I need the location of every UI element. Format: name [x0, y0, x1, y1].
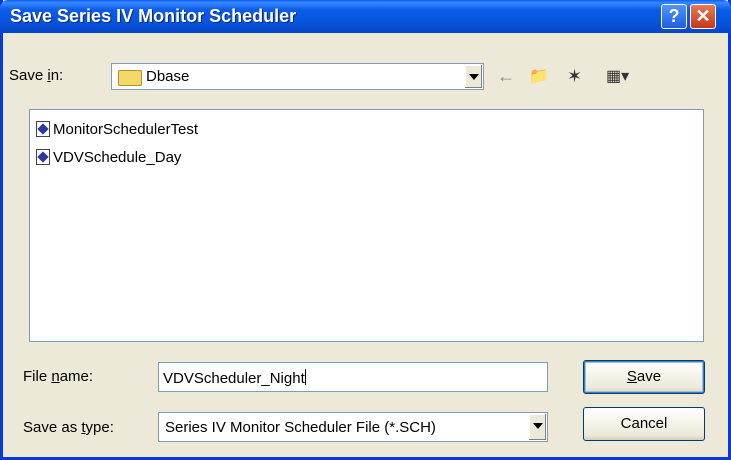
chevron-down-icon[interactable] — [464, 65, 482, 88]
file-name: VDVSchedule_Day — [53, 148, 182, 166]
save-in-dropdown[interactable]: Dbase — [111, 63, 484, 90]
save-as-type-label: Save as type: — [23, 419, 114, 436]
save-as-type-value: Series IV Monitor Scheduler File (*.SCH) — [165, 419, 436, 436]
list-item[interactable]: MonitorSchedulerTest — [36, 119, 198, 139]
save-dialog: Save Series IV Monitor Scheduler ? ✕ Sav… — [0, 0, 731, 460]
folder-icon — [118, 70, 142, 86]
cancel-button[interactable]: Cancel — [583, 407, 705, 441]
new-folder-icon[interactable]: ✶ — [567, 66, 582, 87]
scheduler-file-icon — [36, 149, 50, 165]
help-button[interactable]: ? — [661, 4, 687, 29]
views-menu-icon[interactable]: ▦▾ — [606, 66, 629, 86]
scheduler-file-icon — [36, 121, 50, 137]
save-button[interactable]: Save — [583, 360, 705, 394]
save-in-value: Dbase — [146, 68, 190, 85]
file-name-label: File name: — [23, 368, 94, 385]
save-as-type-dropdown[interactable]: Series IV Monitor Scheduler File (*.SCH) — [158, 412, 548, 442]
chevron-down-icon[interactable] — [528, 414, 546, 440]
window-title: Save Series IV Monitor Scheduler — [10, 6, 297, 26]
file-list[interactable]: MonitorSchedulerTest VDVSchedule_Day — [29, 109, 704, 342]
text-caret — [304, 369, 306, 385]
file-name: MonitorSchedulerTest — [53, 120, 199, 138]
file-name-value: VDVScheduler_Night — [163, 370, 305, 387]
title-bar[interactable]: Save Series IV Monitor Scheduler ? ✕ — [0, 0, 731, 33]
list-item[interactable]: VDVSchedule_Day — [36, 147, 181, 167]
back-icon[interactable]: ← — [497, 66, 515, 87]
file-name-input[interactable]: VDVScheduler_Night — [158, 362, 548, 392]
up-one-level-icon[interactable]: 📁 — [529, 66, 549, 86]
close-button[interactable]: ✕ — [690, 4, 716, 29]
save-in-label: Save in: — [9, 67, 64, 84]
